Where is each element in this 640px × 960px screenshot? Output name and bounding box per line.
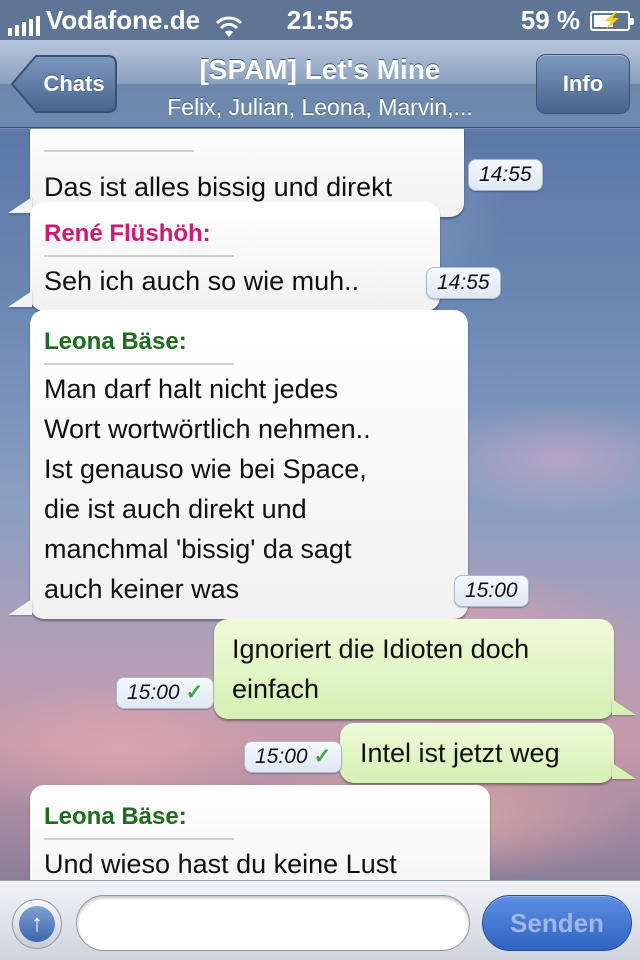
message-text: Seh ich auch so wie muh.. bbox=[44, 266, 360, 296]
message-bubble[interactable]: Leona Bäse: Und wieso hast du keine Lust bbox=[30, 785, 490, 880]
message-timestamp: 14:55 bbox=[426, 267, 501, 299]
sender-name: Leona Bäse: bbox=[44, 800, 234, 840]
upload-arrow-icon: ↑ bbox=[19, 906, 55, 942]
back-button[interactable]: Chats bbox=[10, 54, 118, 114]
charging-bolt-icon: ⚡ bbox=[602, 11, 622, 29]
chat-participants[interactable]: Felix, Julian, Leona, Marvin,... bbox=[120, 94, 520, 121]
battery-icon: ⚡ bbox=[590, 10, 634, 31]
message-timestamp: 14:55 bbox=[468, 159, 543, 191]
back-button-label: Chats bbox=[43, 71, 105, 96]
chat-area[interactable]: Das ist alles bissig und direkt 14:55 Re… bbox=[0, 129, 640, 880]
navigation-bar: Chats [SPAM] Let's Mine Felix, Julian, L… bbox=[0, 40, 640, 128]
status-right: 59 % ⚡ bbox=[520, 5, 634, 36]
status-bar: Vodafone.de 21:55 59 % ⚡ bbox=[0, 0, 640, 40]
delivered-check-icon: ✓ bbox=[185, 681, 204, 704]
battery-percent: 59 % bbox=[520, 5, 580, 35]
bubble-tail bbox=[8, 291, 32, 307]
send-button[interactable]: Senden bbox=[482, 895, 632, 951]
message-bubble-outgoing[interactable]: Intel ist jetzt weg bbox=[340, 723, 636, 783]
bubble-tail bbox=[8, 197, 32, 213]
message-bubble[interactable]: Leona Bäse: Man darf halt nicht jedes Wo… bbox=[8, 310, 468, 619]
message-input-bar: ↑ Senden bbox=[0, 880, 640, 960]
bubble-tail bbox=[8, 599, 32, 615]
bubble-tail bbox=[612, 763, 636, 779]
timestamp-text: 15:00 bbox=[255, 745, 308, 768]
message-timestamp: 15:00 ✓ bbox=[244, 741, 343, 773]
message-text: Und wieso hast du keine Lust bbox=[44, 849, 397, 879]
message-text: Intel ist jetzt weg bbox=[360, 738, 560, 768]
message-timestamp: 15:00 ✓ bbox=[116, 677, 215, 709]
info-button[interactable]: Info bbox=[536, 54, 630, 114]
message-bubble[interactable]: René Flüshöh: Seh ich auch so wie muh.. bbox=[8, 202, 440, 311]
sender-name: René Flüshöh: bbox=[44, 217, 234, 257]
message-text: Man darf halt nicht jedes Wort wortwörtl… bbox=[44, 374, 371, 604]
attach-button[interactable]: ↑ bbox=[12, 899, 62, 949]
message-bubble-outgoing[interactable]: Ignoriert die Idioten doch einfach bbox=[214, 619, 636, 719]
message-input[interactable] bbox=[76, 895, 470, 951]
message-text: Ignoriert die Idioten doch einfach bbox=[232, 634, 530, 704]
sender-name bbox=[44, 146, 194, 152]
chat-title[interactable]: [SPAM] Let's Mine bbox=[120, 54, 520, 86]
message-text: Das ist alles bissig und direkt bbox=[44, 172, 393, 202]
delivered-check-icon: ✓ bbox=[313, 745, 332, 768]
message-timestamp: 15:00 bbox=[454, 575, 529, 607]
sender-name: Leona Bäse: bbox=[44, 325, 234, 365]
timestamp-text: 15:00 bbox=[127, 681, 180, 704]
bubble-tail bbox=[612, 699, 636, 715]
